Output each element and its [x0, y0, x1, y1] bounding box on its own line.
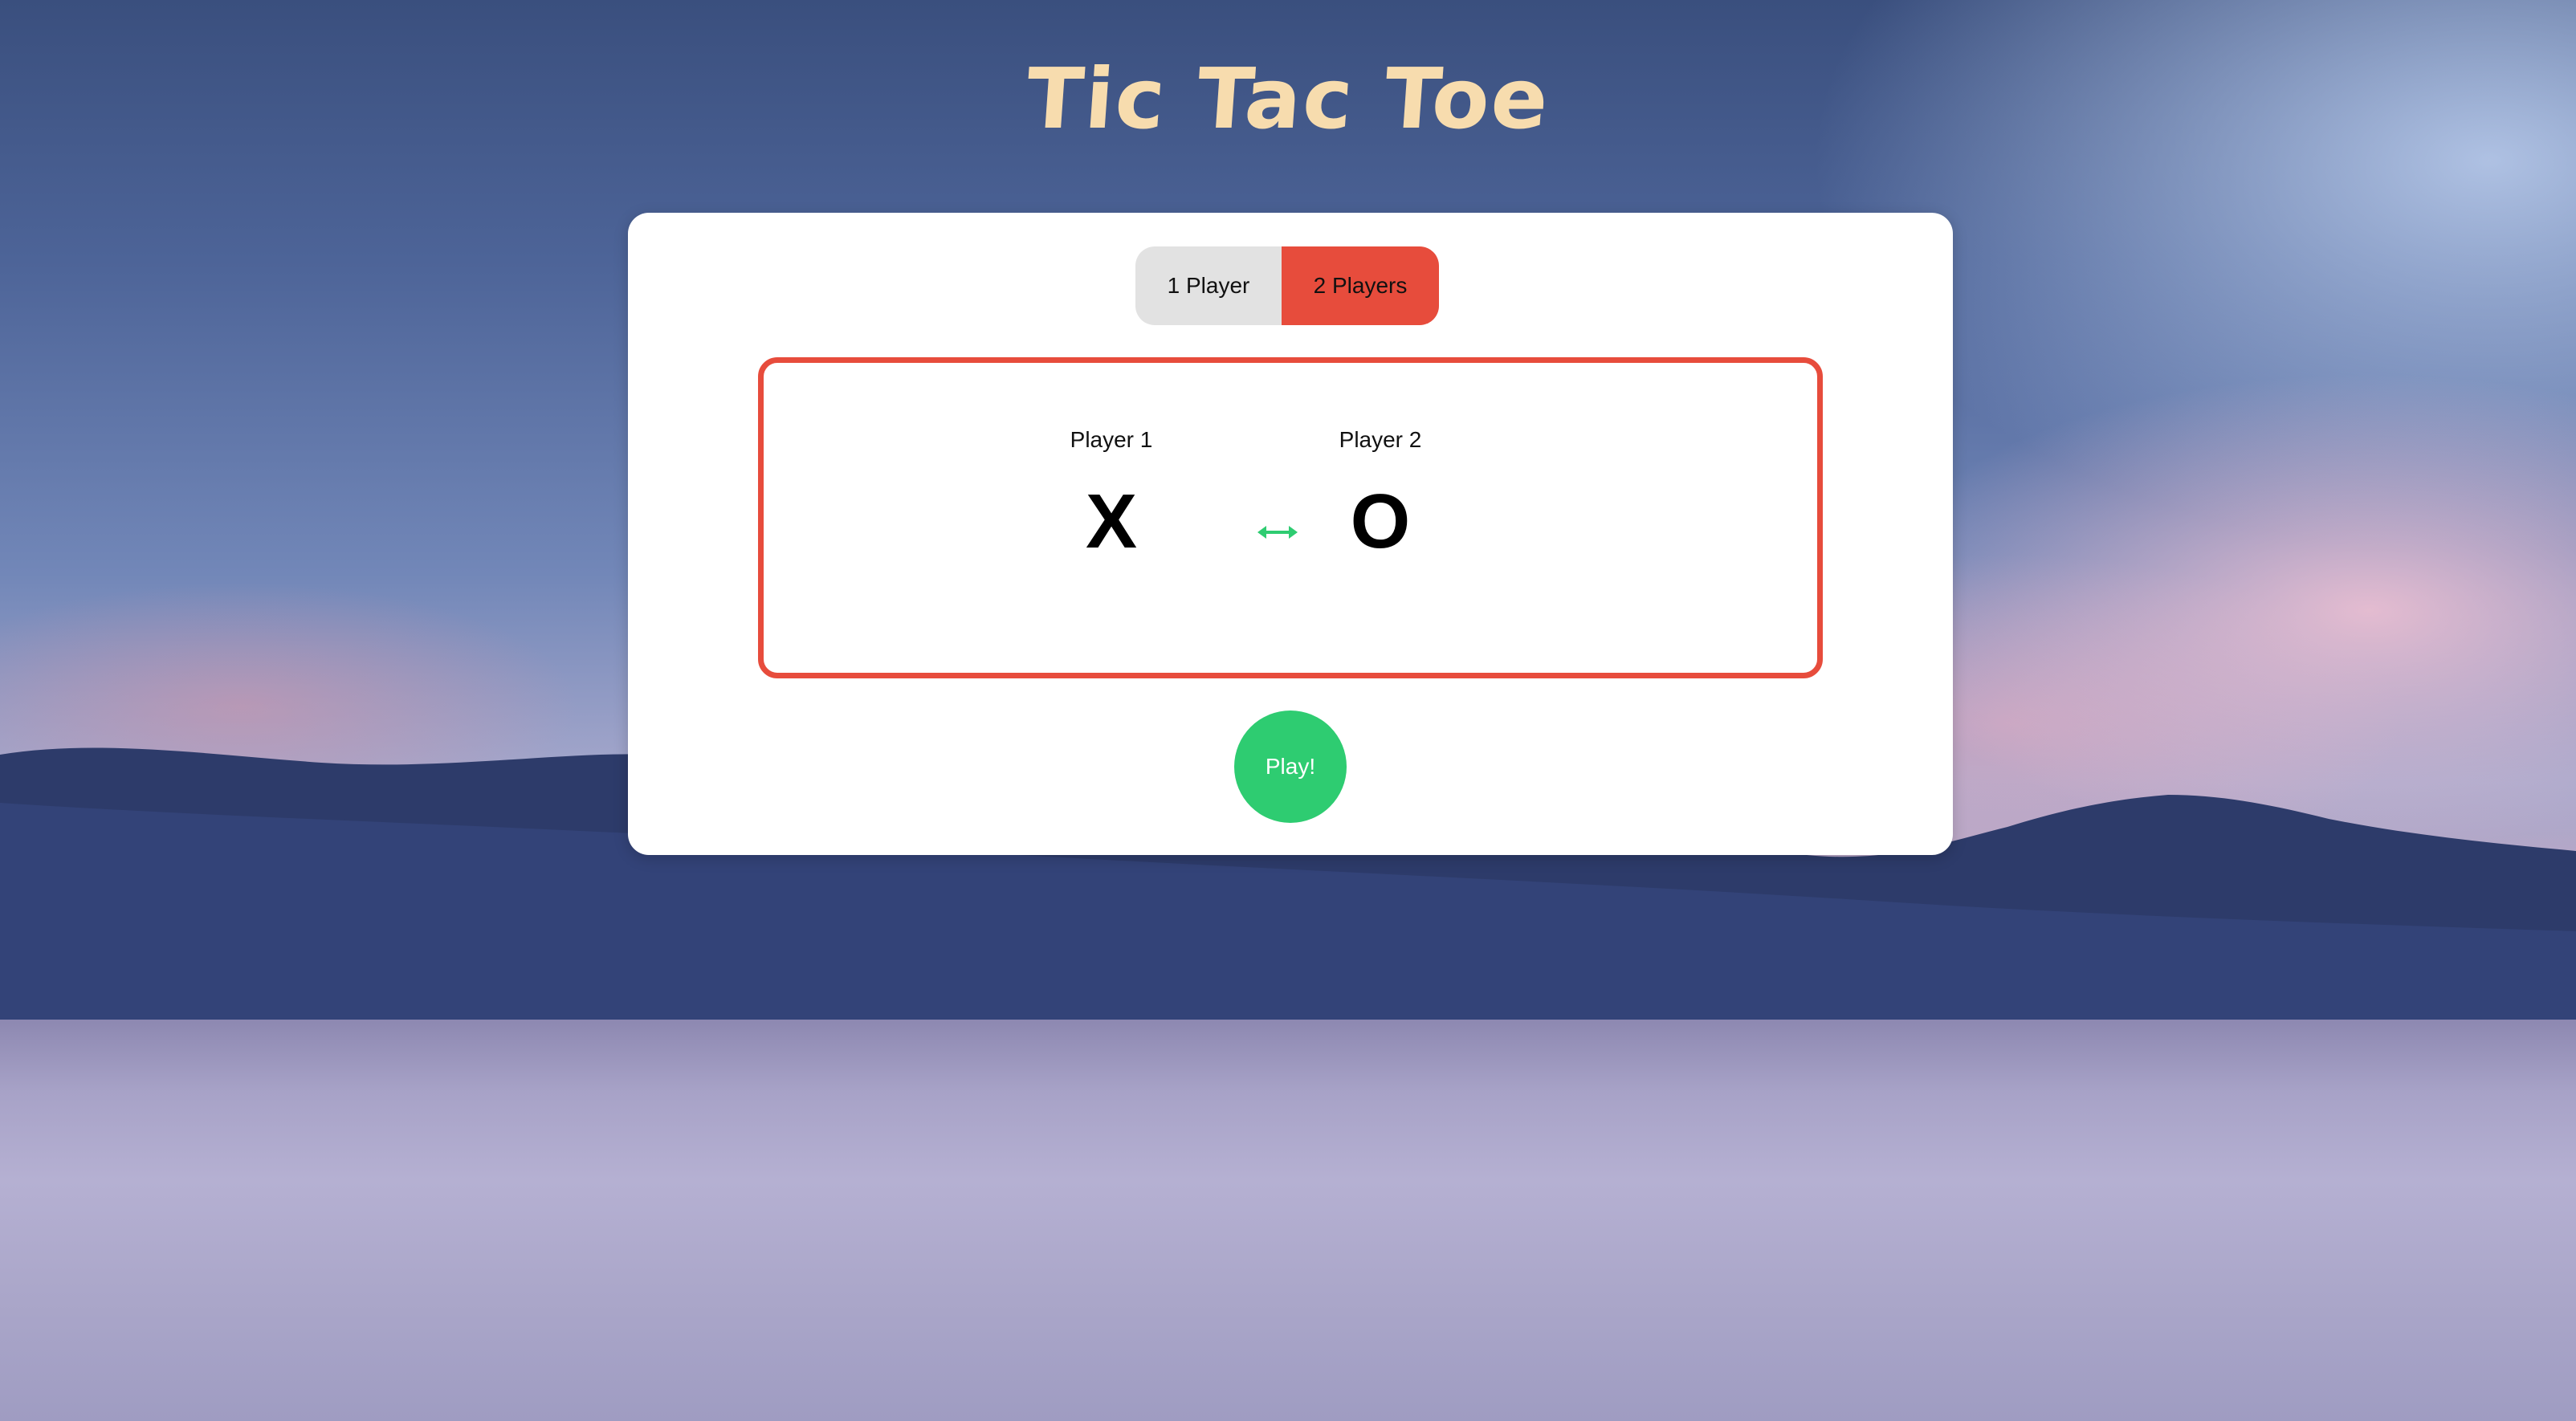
- two-players-button[interactable]: 2 Players: [1282, 246, 1439, 325]
- mode-toggle: 1 Player 2 Players: [1135, 246, 1439, 325]
- player-1: Player 1 X: [1023, 427, 1200, 560]
- page-title: Tic Tac Toe: [1023, 50, 1553, 148]
- player-2-label: Player 2: [1339, 427, 1422, 452]
- game-setup-card: 1 Player 2 Players Player 1 X Player 2 O…: [628, 213, 1953, 855]
- player-1-symbol: X: [1085, 478, 1138, 564]
- play-button[interactable]: Play!: [1234, 710, 1347, 823]
- lake-water: [0, 1020, 2576, 1421]
- player-2: Player 2 O: [1292, 427, 1469, 560]
- player-1-label: Player 1: [1070, 427, 1153, 452]
- players-panel: Player 1 X Player 2 O: [758, 357, 1823, 678]
- player-2-symbol: O: [1350, 478, 1411, 564]
- one-player-button[interactable]: 1 Player: [1135, 246, 1282, 325]
